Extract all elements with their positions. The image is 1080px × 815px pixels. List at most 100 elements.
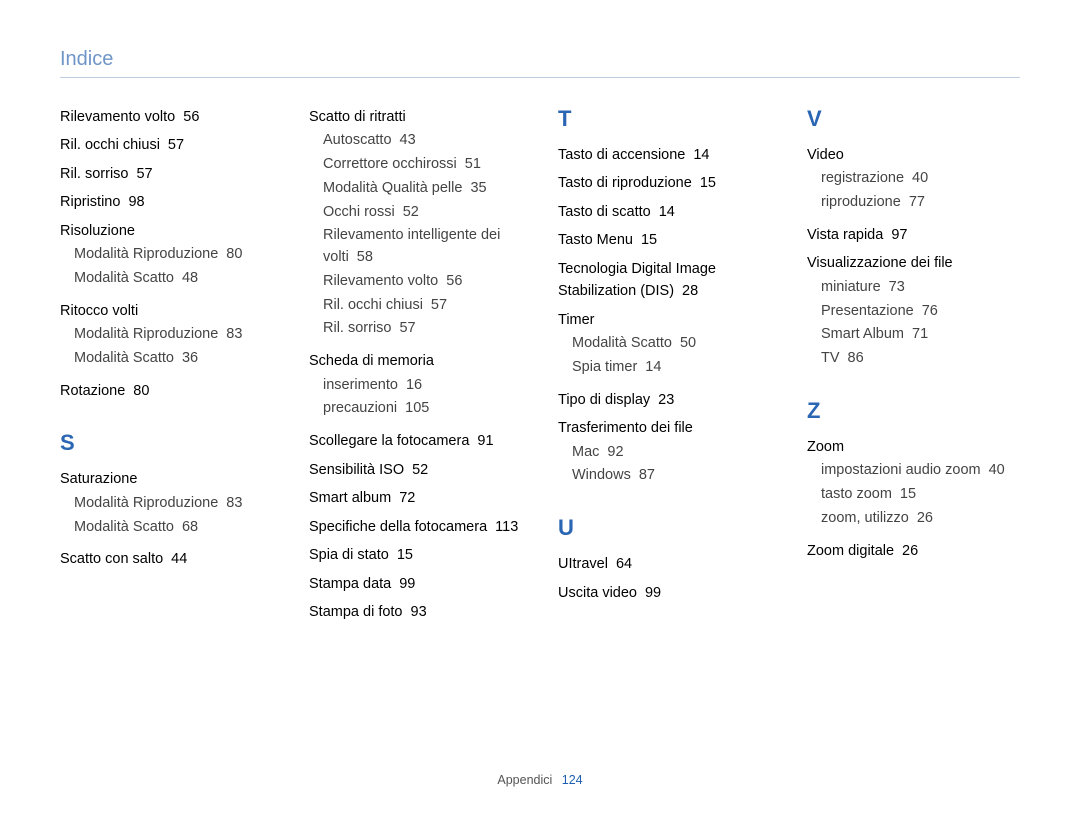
index-subentry-label: Modalità Riproduzione (74, 495, 218, 511)
index-entry-label: Tasto di scatto (558, 204, 651, 220)
index-entry[interactable]: Stampa di foto93 (309, 601, 522, 623)
index-subentry[interactable]: riproduzione77 (807, 192, 1020, 214)
index-entry[interactable]: Risoluzione (60, 220, 273, 242)
index-entry[interactable]: Ripristino98 (60, 191, 273, 213)
index-entry[interactable]: Ritocco volti (60, 300, 273, 322)
section-letter: V (807, 106, 1020, 132)
index-entry[interactable]: Rilevamento volto56 (60, 106, 273, 128)
index-subentry[interactable]: Modalità Riproduzione83 (60, 493, 273, 515)
index-entry-page: 52 (404, 462, 428, 478)
index-entry-page: 93 (403, 604, 427, 620)
index-subentry-group: Modalità Riproduzione83Modalità Scatto68 (60, 493, 273, 539)
index-entry[interactable]: Ril. occhi chiusi57 (60, 134, 273, 156)
index-entry[interactable]: Timer (558, 309, 771, 331)
index-entry[interactable]: Sensibilità ISO52 (309, 459, 522, 481)
index-subentry-page: 26 (909, 510, 933, 526)
index-subentry[interactable]: Modalità Riproduzione83 (60, 324, 273, 346)
index-subentry-page: 15 (892, 486, 916, 502)
index-subentry-label: inserimento (323, 377, 398, 393)
index-subentry[interactable]: Presentazione76 (807, 301, 1020, 323)
index-subentry[interactable]: Modalità Scatto36 (60, 348, 273, 370)
index-subentry[interactable]: Modalità Scatto48 (60, 268, 273, 290)
index-subentry[interactable]: Rilevamento volto56 (309, 271, 522, 293)
index-entry[interactable]: Ril. sorriso57 (60, 163, 273, 185)
footer-page-number: 124 (556, 773, 583, 787)
index-subentry-page: 50 (672, 335, 696, 351)
index-column: TTasto di accensione14Tasto di riproduzi… (558, 106, 771, 629)
index-entry[interactable]: Zoom digitale26 (807, 540, 1020, 562)
index-entry[interactable]: Visualizzazione dei file (807, 252, 1020, 274)
index-entry-label: Video (807, 147, 844, 163)
index-column: Rilevamento volto56 Ril. occhi chiusi57 Ri… (60, 106, 273, 629)
index-subentry[interactable]: Occhi rossi52 (309, 202, 522, 224)
index-entry-page: 57 (160, 137, 184, 153)
index-subentry[interactable]: Ril. occhi chiusi57 (309, 295, 522, 317)
index-entry[interactable]: Spia di stato15 (309, 544, 522, 566)
index-subentry[interactable]: Rilevamento intelligente dei volti58 (309, 225, 522, 269)
index-entry[interactable]: Rotazione80 (60, 380, 273, 402)
index-subentry-group: registrazione40riproduzione77 (807, 168, 1020, 214)
index-entry[interactable]: Tipo di display23 (558, 389, 771, 411)
index-subentry-label: riproduzione (821, 194, 901, 210)
index-entry-label: Spia di stato (309, 547, 389, 563)
index-entry[interactable]: Scollegare la fotocamera91 (309, 430, 522, 452)
index-entry-label: Smart album (309, 490, 391, 506)
index-subentry[interactable]: Modalità Qualità pelle35 (309, 178, 522, 200)
index-subentry[interactable]: Spia timer14 (558, 357, 771, 379)
index-entry-label: Sensibilità ISO (309, 462, 404, 478)
index-entry-page: 14 (651, 204, 675, 220)
index-subentry[interactable]: Correttore occhirossi51 (309, 154, 522, 176)
index-entry-label: Visualizzazione dei file (807, 255, 953, 271)
index-entry[interactable]: Tasto di scatto14 (558, 201, 771, 223)
index-subentry[interactable]: miniature73 (807, 277, 1020, 299)
index-entry[interactable]: Zoom (807, 436, 1020, 458)
index-subentry-page: 86 (840, 350, 864, 366)
index-entry[interactable]: Smart album72 (309, 487, 522, 509)
index-entry[interactable]: Tasto Menu15 (558, 229, 771, 251)
index-subentry[interactable]: TV86 (807, 348, 1020, 370)
index-subentry[interactable]: Modalità Scatto50 (558, 333, 771, 355)
index-subentry-label: Modalità Scatto (74, 519, 174, 535)
index-subentry[interactable]: impostazioni audio zoom40 (807, 460, 1020, 482)
section-letter: U (558, 515, 771, 541)
index-subentry-label: Presentazione (821, 303, 914, 319)
index-entry[interactable]: Stampa data99 (309, 573, 522, 595)
index-entry[interactable]: Trasferimento dei file (558, 417, 771, 439)
index-subentry[interactable]: tasto zoom15 (807, 484, 1020, 506)
index-subentry[interactable]: Mac92 (558, 442, 771, 464)
index-subentry[interactable]: Modalità Riproduzione80 (60, 244, 273, 266)
index-entry[interactable]: Tecnologia Digital Image Stabilization (… (558, 258, 771, 303)
index-entry-page: 15 (633, 232, 657, 248)
index-entry[interactable]: UItravel64 (558, 553, 771, 575)
index-entry-label: Uscita video (558, 585, 637, 601)
index-subentry[interactable]: registrazione40 (807, 168, 1020, 190)
section-letter: S (60, 430, 273, 456)
index-subentry[interactable]: Windows87 (558, 465, 771, 487)
index-entry-page: 99 (637, 585, 661, 601)
index-subentry-page: 43 (392, 132, 416, 148)
index-subentry[interactable]: precauzioni105 (309, 398, 522, 420)
index-subentry[interactable]: Smart Album71 (807, 324, 1020, 346)
index-entry[interactable]: Uscita video99 (558, 582, 771, 604)
index-entry[interactable]: Tasto di riproduzione15 (558, 172, 771, 194)
index-entry[interactable]: Saturazione (60, 468, 273, 490)
index-subentry-label: Mac (572, 444, 599, 460)
index-subentry[interactable]: Modalità Scatto68 (60, 517, 273, 539)
index-subentry[interactable]: inserimento16 (309, 375, 522, 397)
index-subentry[interactable]: Autoscatto43 (309, 130, 522, 152)
index-entry-page: 15 (692, 175, 716, 191)
index-entry[interactable]: Scheda di memoria (309, 350, 522, 372)
index-entry[interactable]: Scatto con salto44 (60, 548, 273, 570)
index-entry[interactable]: Specifiche della fotocamera113 (309, 516, 522, 538)
index-entry-label: Ril. sorriso (60, 166, 128, 182)
index-entry-label: Zoom (807, 439, 844, 455)
index-entry[interactable]: Tasto di accensione14 (558, 144, 771, 166)
index-entry[interactable]: Vista rapida97 (807, 224, 1020, 246)
index-entry[interactable]: Video (807, 144, 1020, 166)
index-entry[interactable]: Scatto di ritratti (309, 106, 522, 128)
index-entry-label: Scheda di memoria (309, 353, 434, 369)
index-subentry[interactable]: Ril. sorriso57 (309, 318, 522, 340)
index-subentry[interactable]: zoom, utilizzo26 (807, 508, 1020, 530)
index-subentry-page: 57 (423, 297, 447, 313)
section-letter: Z (807, 398, 1020, 424)
